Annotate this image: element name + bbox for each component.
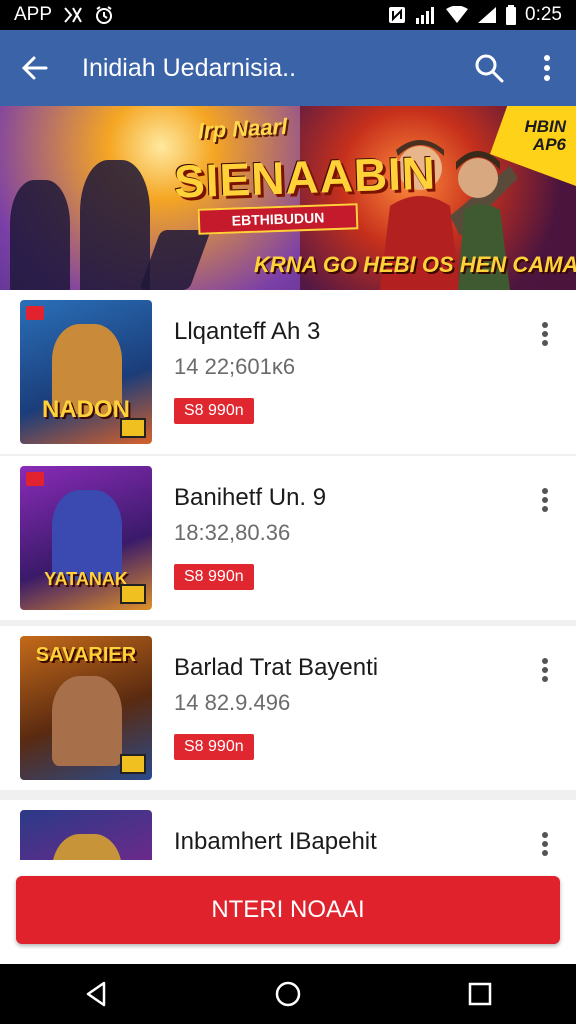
nav-back-button[interactable] bbox=[56, 964, 136, 1024]
nav-home-button[interactable] bbox=[248, 964, 328, 1024]
more-options-button[interactable] bbox=[518, 30, 576, 106]
item-more-button[interactable] bbox=[530, 826, 560, 860]
banner-title: SIENAABIN bbox=[173, 146, 437, 208]
network-icon bbox=[62, 5, 84, 25]
banner-top-tag: Irp Naarl bbox=[197, 113, 288, 144]
search-button[interactable] bbox=[460, 30, 518, 106]
more-vert-icon bbox=[542, 832, 548, 856]
list-item[interactable]: NADON Llqanteff Ah 3 14 22;601κ6 S8 990n bbox=[0, 290, 576, 454]
item-more-button[interactable] bbox=[530, 316, 560, 352]
price-badge[interactable]: S8 990n bbox=[174, 564, 254, 590]
alarm-icon bbox=[94, 5, 114, 25]
list-item-subtitle: 14 82.9.496 bbox=[174, 690, 291, 715]
thumbnail-corner-tag bbox=[120, 754, 146, 774]
list-item-thumbnail: SAVARIER bbox=[20, 636, 152, 780]
back-button[interactable] bbox=[0, 30, 70, 106]
item-more-button[interactable] bbox=[530, 652, 560, 688]
signal-icon bbox=[477, 6, 497, 24]
list-item-subtitle: 18:32,80.36 bbox=[174, 520, 291, 545]
thumbnail-badge bbox=[26, 472, 44, 486]
home-circle-icon bbox=[275, 981, 301, 1007]
banner-tagline: KRNA GO HEBI OS HEN CAMAA. bbox=[254, 252, 576, 277]
cta-container: NTERI NOAAI bbox=[0, 860, 576, 964]
list-item-title: Inbamhert IBapehit bbox=[174, 828, 377, 855]
search-icon bbox=[475, 54, 504, 83]
promo-banner[interactable]: Irp Naarl SIENAABIN EBTHIBUDUN KRNA GO H… bbox=[0, 106, 576, 290]
badge-line-2: AP6 bbox=[532, 135, 566, 154]
list-item-thumbnail: YATANAK bbox=[20, 466, 152, 610]
list-item-subtitle: 14 22;601κ6 bbox=[174, 354, 296, 379]
thumbnail-corner-tag bbox=[120, 418, 146, 438]
list-item-thumbnail: NADON bbox=[20, 300, 152, 444]
game-list: NADON Llqanteff Ah 3 14 22;601κ6 S8 990n… bbox=[0, 290, 576, 860]
app-bar: Inidiah Uedarnisia.. bbox=[0, 30, 576, 106]
battery-icon bbox=[505, 5, 517, 25]
thumbnail-figure bbox=[52, 490, 122, 580]
recents-square-icon bbox=[468, 982, 492, 1006]
page-title: Inidiah Uedarnisia.. bbox=[82, 53, 297, 82]
back-triangle-icon bbox=[86, 981, 106, 1007]
list-item-thumbnail bbox=[20, 810, 152, 860]
list-item[interactable]: YATANAK Banihetf Un. 9 18:32,80.36 S8 99… bbox=[0, 456, 576, 620]
banner-figure bbox=[80, 160, 150, 290]
thumbnail-figure bbox=[52, 834, 122, 860]
thumbnail-corner-tag bbox=[120, 584, 146, 604]
primary-cta-button[interactable]: NTERI NOAAI bbox=[16, 876, 560, 944]
more-vert-icon bbox=[542, 322, 548, 346]
system-nav-bar bbox=[0, 964, 576, 1024]
more-vert-icon bbox=[542, 658, 548, 682]
more-vert-icon bbox=[542, 488, 548, 512]
list-item-title: Llqanteff Ah 3 bbox=[174, 318, 321, 345]
wifi-icon bbox=[445, 6, 469, 24]
banner-figure bbox=[10, 180, 70, 290]
item-more-button[interactable] bbox=[530, 482, 560, 518]
back-arrow-icon bbox=[21, 56, 48, 80]
signal-icon bbox=[415, 6, 437, 24]
price-badge[interactable]: S8 990n bbox=[174, 398, 254, 424]
thumbnail-figure bbox=[52, 676, 122, 766]
nav-recents-button[interactable] bbox=[440, 964, 520, 1024]
list-item[interactable]: SAVARIER Barlad Trat Bayenti 14 82.9.496… bbox=[0, 626, 576, 790]
status-app-label: APP bbox=[14, 4, 53, 25]
nfc-icon bbox=[387, 5, 407, 25]
price-badge[interactable]: S8 990n bbox=[174, 734, 254, 760]
thumbnail-label: SAVARIER bbox=[35, 644, 137, 666]
list-item[interactable]: Inbamhert IBapehit bbox=[0, 800, 576, 860]
status-time: 0:25 bbox=[525, 4, 562, 25]
more-vert-icon bbox=[544, 55, 550, 81]
list-item-title: Banihetf Un. 9 bbox=[174, 484, 327, 511]
list-item-title: Barlad Trat Bayenti bbox=[174, 654, 379, 681]
status-bar: APP 0:25 bbox=[0, 0, 576, 30]
thumbnail-badge bbox=[26, 306, 44, 320]
